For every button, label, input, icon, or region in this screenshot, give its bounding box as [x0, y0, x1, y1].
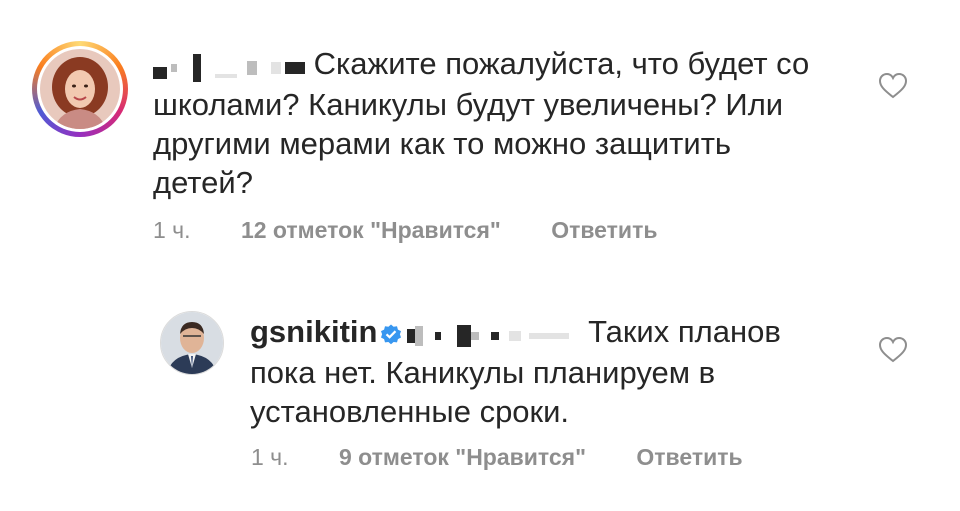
comment-1-timestamp: 1 ч.	[153, 217, 191, 243]
comment-2-username[interactable]: gsnikitin	[250, 314, 377, 349]
comment-2-avatar[interactable]	[160, 311, 224, 375]
woman-portrait-icon	[40, 49, 120, 129]
comment-1-avatar[interactable]	[32, 41, 128, 137]
comment-1-likes[interactable]: 12 отметок "Нравится"	[241, 217, 501, 243]
comment-2-meta: 1 ч. 9 отметок "Нравится" Ответить	[251, 444, 743, 471]
comment-2-line-1: Таких планов	[588, 314, 781, 349]
comment-2-timestamp: 1 ч.	[251, 444, 289, 470]
heart-outline-icon[interactable]	[878, 336, 908, 364]
redacted-username	[153, 46, 305, 85]
comment-2-text: gsnikitin Таких планов пока нет. Каникул…	[250, 312, 870, 431]
redacted-username	[407, 314, 570, 353]
verified-badge-icon	[381, 324, 402, 345]
comment-2-line-2: пока нет. Каникулы планируем в	[250, 355, 716, 391]
comment-1-text: Скажите пожалуйста, что будет со школами…	[153, 44, 863, 202]
comment-2-reply-button[interactable]: Ответить	[636, 444, 742, 470]
comment-1-line-1: Скажите пожалуйста, что будет со	[313, 46, 810, 81]
comment-1-line-4: детей?	[153, 165, 253, 201]
heart-outline-icon[interactable]	[878, 72, 908, 100]
comment-1-line-3: другими мерами как то можно защитить	[153, 126, 732, 162]
comment-2-line-3: установленные сроки.	[250, 394, 570, 430]
comment-1-line-2: школами? Каникулы будут увеличены? Или	[153, 87, 784, 123]
man-portrait-icon	[161, 312, 223, 374]
comment-2-likes[interactable]: 9 отметок "Нравится"	[339, 444, 586, 470]
comment-1-reply-button[interactable]: Ответить	[551, 217, 657, 243]
comment-1-meta: 1 ч. 12 отметок "Нравится" Ответить	[153, 217, 657, 244]
